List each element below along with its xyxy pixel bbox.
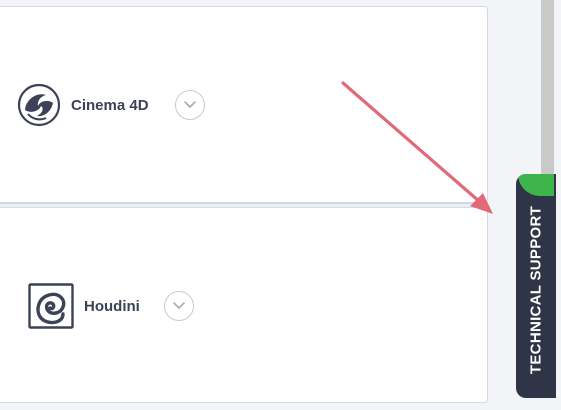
chevron-down-icon: [183, 101, 196, 108]
app-name-houdini: Houdini: [84, 297, 140, 315]
expand-houdini-button[interactable]: [163, 291, 194, 321]
app-list-panel: Cinema 4D Houdini TECHNICAL SUPPORT: [0, 0, 561, 410]
cinema4d-logo-icon: [16, 82, 62, 128]
chevron-down-icon: [173, 302, 185, 309]
expand-cinema4d-button[interactable]: [174, 90, 205, 120]
app-row-cinema4d: Cinema 4D: [16, 82, 205, 128]
app-row-houdini: Houdini: [28, 283, 194, 329]
scrollbar-thumb[interactable]: [541, 0, 554, 185]
support-leaf-icon: [518, 174, 554, 196]
houdini-logo-icon: [28, 283, 74, 329]
app-name-cinema4d: Cinema 4D: [71, 96, 149, 114]
technical-support-tab[interactable]: TECHNICAL SUPPORT: [516, 174, 556, 398]
technical-support-label: TECHNICAL SUPPORT: [527, 205, 545, 375]
